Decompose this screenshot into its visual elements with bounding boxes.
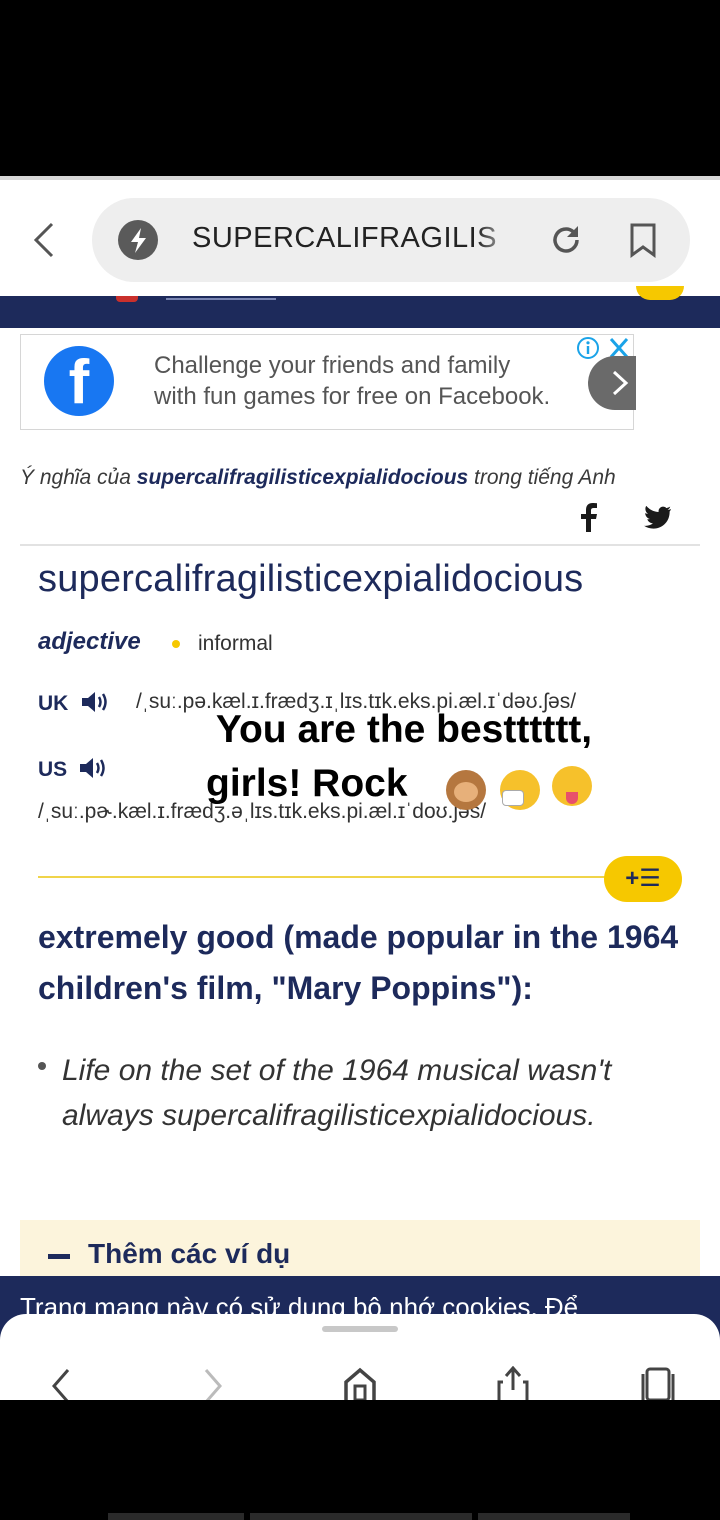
site-header bbox=[0, 286, 720, 328]
example-sentence: Life on the set of the 1964 musical wasn… bbox=[62, 1054, 612, 1132]
nav-share-button[interactable] bbox=[496, 1365, 530, 1400]
meaning-heading: Ý nghĩa của supercalifragilisticexpialid… bbox=[20, 466, 700, 490]
chevron-left-icon bbox=[52, 1369, 70, 1403]
share-facebook-icon[interactable] bbox=[578, 502, 598, 532]
definition-text: extremely good (made popular in the 1964… bbox=[38, 919, 679, 1006]
us-audio-button[interactable] bbox=[78, 756, 108, 780]
bullet-icon bbox=[38, 1062, 46, 1070]
more-examples-label[interactable]: Thêm các ví dụ bbox=[88, 1238, 290, 1270]
us-label: US bbox=[38, 758, 68, 781]
collapse-icon[interactable] bbox=[48, 1254, 70, 1259]
chevron-right-icon bbox=[612, 370, 629, 396]
reload-button[interactable] bbox=[548, 222, 584, 258]
share-twitter-icon[interactable] bbox=[642, 505, 672, 530]
chevron-right-icon bbox=[204, 1369, 222, 1403]
part-of-speech: adjective bbox=[38, 628, 141, 655]
register-label: informal bbox=[198, 632, 273, 655]
sense-divider bbox=[38, 876, 618, 878]
home-icon bbox=[344, 1367, 376, 1402]
zany-face-icon bbox=[552, 766, 592, 806]
ad-next-button[interactable] bbox=[588, 356, 636, 410]
status-bar bbox=[0, 0, 720, 176]
caption-line-1: You are the bestttttt, bbox=[215, 708, 593, 751]
share-icon bbox=[497, 1365, 529, 1400]
back-button[interactable] bbox=[28, 222, 64, 258]
drag-handle[interactable] bbox=[322, 1326, 398, 1332]
url-text[interactable]: SUPERCALIFRAGILIS bbox=[192, 222, 517, 262]
caption-line-2: girls! Rock bbox=[206, 762, 408, 805]
see-no-evil-monkey-icon bbox=[446, 770, 486, 810]
bolt-icon bbox=[118, 220, 158, 260]
ad-line-1: Challenge your friends and family bbox=[154, 352, 511, 379]
nav-home-button[interactable] bbox=[342, 1366, 378, 1402]
ad-line-2: with fun games for free on Facebook. bbox=[154, 383, 551, 410]
chevron-left-icon bbox=[33, 222, 54, 258]
facebook-logo-letter: f bbox=[68, 348, 90, 417]
reload-icon bbox=[553, 226, 579, 253]
nav-back-button[interactable] bbox=[48, 1366, 74, 1403]
add-to-list-button[interactable]: +☰ bbox=[604, 856, 682, 902]
add-to-list-label: +☰ bbox=[625, 865, 661, 892]
system-nav-area bbox=[0, 1400, 720, 1520]
divider bbox=[20, 544, 700, 546]
separator-dot bbox=[172, 640, 180, 648]
ad-text: Challenge your friends and family with f… bbox=[154, 350, 574, 412]
headword: supercalifragilisticexpialidocious bbox=[38, 558, 584, 600]
bookmark-button[interactable] bbox=[628, 222, 658, 258]
facebook-logo-icon: f bbox=[44, 346, 114, 416]
bookmark-icon bbox=[630, 223, 656, 258]
meaning-prefix: Ý nghĩa của bbox=[20, 466, 137, 489]
nav-forward-button[interactable] bbox=[200, 1366, 226, 1403]
nav-tabs-button[interactable] bbox=[638, 1366, 678, 1402]
status-bar-edge bbox=[0, 176, 720, 180]
tabs-icon bbox=[641, 1367, 675, 1402]
sneezing-face-icon bbox=[500, 770, 540, 810]
meaning-suffix: trong tiếng Anh bbox=[468, 466, 616, 489]
meaning-word: supercalifragilisticexpialidocious bbox=[136, 466, 469, 489]
speaker-icon bbox=[80, 758, 105, 778]
